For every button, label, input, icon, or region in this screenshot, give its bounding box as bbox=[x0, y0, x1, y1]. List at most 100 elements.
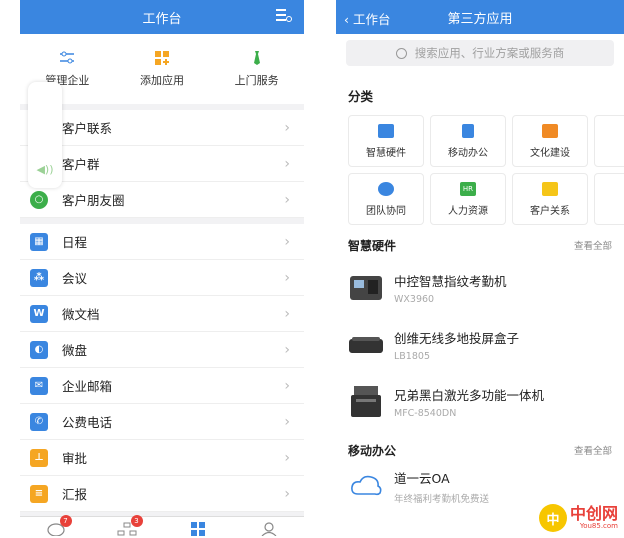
product-item[interactable]: 中控智慧指纹考勤机 WX3960 bbox=[336, 259, 624, 316]
search-placeholder: 搜索应用、行业方案或服务商 bbox=[414, 46, 565, 60]
list-item-customer-moments[interactable]: ○ 客户朋友圈 › bbox=[20, 182, 304, 218]
list-item-report[interactable]: ≡ 汇报 › bbox=[20, 476, 304, 512]
team-icon bbox=[378, 181, 394, 196]
book-icon bbox=[542, 123, 558, 138]
tab-contacts[interactable]: 3 bbox=[117, 514, 143, 535]
search-input[interactable]: 搜索应用、行业方案或服务商 bbox=[346, 40, 614, 66]
approve-icon: ⊥ bbox=[30, 448, 48, 467]
list-item-doc[interactable]: W 微文档 › bbox=[20, 296, 304, 332]
search-icon bbox=[395, 47, 407, 59]
chevron-right-icon: › bbox=[284, 155, 290, 172]
app-list: ▦ 日程 › ⁂ 会议 › W 微文档 › ◐ 微盘 › ✉ 企业邮箱 › ✆ … bbox=[20, 224, 304, 512]
view-all-link[interactable]: 查看全部 bbox=[574, 238, 612, 252]
tab-me[interactable] bbox=[259, 521, 279, 536]
app-desc: 年终福利考勤机免费送 bbox=[394, 493, 490, 505]
app-item[interactable]: 道一云OA 年终福利考勤机免费送 bbox=[336, 464, 624, 508]
chevron-right-icon: › bbox=[284, 485, 290, 502]
volume-overlay: ◀)) bbox=[28, 82, 62, 188]
list-item-label: 日程 bbox=[62, 235, 88, 250]
category-label: 团队协同 bbox=[366, 205, 406, 217]
tab-messages[interactable]: 7 bbox=[46, 514, 72, 537]
category-label: 文化建设 bbox=[530, 147, 570, 159]
category-culture[interactable]: 文化建设 bbox=[512, 115, 588, 167]
sliders-icon bbox=[59, 50, 75, 66]
list-item-label: 客户联系 bbox=[62, 121, 113, 136]
chevron-right-icon: › bbox=[284, 305, 290, 322]
cloud-oa-icon bbox=[348, 468, 384, 504]
watermark-badge: 中 bbox=[538, 504, 567, 532]
tab-workbench[interactable] bbox=[188, 521, 208, 536]
cube-icon bbox=[378, 123, 394, 138]
category-more-1[interactable]: 表 bbox=[594, 115, 624, 167]
chevron-right-icon: › bbox=[284, 191, 290, 208]
product-model: WX3960 bbox=[394, 293, 435, 305]
list-item-customer-group[interactable]: 群 客户群 › bbox=[20, 146, 304, 182]
mail-icon: ✉ bbox=[30, 376, 48, 395]
meeting-icon: ⁂ bbox=[30, 268, 48, 287]
onsite-service-button[interactable]: 上门服务 bbox=[212, 50, 302, 88]
handshake-icon bbox=[542, 181, 558, 196]
add-app-button[interactable]: 添加应用 bbox=[117, 50, 207, 88]
list-item-phone[interactable]: ✆ 公费电话 › bbox=[20, 404, 304, 440]
list-item-label: 会议 bbox=[62, 271, 88, 286]
chevron-right-icon: › bbox=[284, 119, 290, 136]
quick-label: 添加应用 bbox=[139, 74, 184, 87]
page-title: 第三方应用 bbox=[447, 11, 513, 27]
category-team-collab[interactable]: 团队协同 bbox=[348, 173, 424, 225]
back-button[interactable]: ‹ 工作台 bbox=[344, 9, 391, 28]
list-item-mail[interactable]: ✉ 企业邮箱 › bbox=[20, 368, 304, 404]
product-item[interactable]: 创维无线多地投屏盒子 LB1805 bbox=[336, 316, 624, 373]
third-party-apps-screen: ‹ 工作台 第三方应用 搜索应用、行业方案或服务商 分类 智慧硬件 移动办公 文… bbox=[336, 0, 624, 538]
list-item-label: 微文档 bbox=[62, 307, 100, 322]
watermark-text: 中创网 bbox=[569, 504, 618, 523]
category-label: 移动办公 bbox=[448, 147, 488, 159]
category-smart-hardware[interactable]: 智慧硬件 bbox=[348, 115, 424, 167]
chevron-right-icon: › bbox=[284, 449, 290, 466]
product-model: MFC-8540DN bbox=[394, 407, 457, 419]
section-header-hardware: 智慧硬件 查看全部 bbox=[336, 231, 624, 259]
back-label: 工作台 bbox=[352, 12, 391, 27]
quick-actions: 管理企业 添加应用 上门服务 bbox=[20, 34, 304, 104]
chevron-right-icon: › bbox=[284, 377, 290, 394]
product-item[interactable]: 兄弟黑白激光多功能一体机 MFC-8540DN bbox=[336, 373, 624, 430]
list-item-meeting[interactable]: ⁂ 会议 › bbox=[20, 260, 304, 296]
list-item-label: 企业邮箱 bbox=[62, 379, 113, 394]
list-item-disk[interactable]: ◐ 微盘 › bbox=[20, 332, 304, 368]
chevron-right-icon: › bbox=[284, 233, 290, 250]
watermark-url: You85.com bbox=[579, 522, 618, 530]
category-label: 智慧硬件 bbox=[366, 147, 406, 159]
list-item-label: 审批 bbox=[62, 451, 88, 466]
moments-icon: ○ bbox=[30, 190, 48, 209]
quick-label: 上门服务 bbox=[234, 74, 279, 87]
disk-icon: ◐ bbox=[30, 340, 48, 359]
product-name: 兄弟黑白激光多功能一体机 bbox=[394, 387, 545, 403]
projector-box-icon bbox=[348, 327, 384, 363]
phone-doc-icon bbox=[462, 123, 474, 138]
category-hr[interactable]: HR 人力资源 bbox=[430, 173, 506, 225]
unread-badge: 3 bbox=[130, 514, 143, 527]
unread-badge: 7 bbox=[59, 514, 72, 527]
list-item-label: 公费电话 bbox=[62, 415, 113, 430]
list-item-calendar[interactable]: ▦ 日程 › bbox=[20, 224, 304, 260]
product-name: 创维无线多地投屏盒子 bbox=[394, 330, 520, 346]
workbench-grid-icon bbox=[190, 521, 205, 536]
speaker-icon: ◀)) bbox=[36, 163, 54, 176]
calendar-icon: ▦ bbox=[30, 232, 48, 251]
category-mobile-office[interactable]: 移动办公 bbox=[430, 115, 506, 167]
view-all-link[interactable]: 查看全部 bbox=[574, 443, 612, 457]
list-item-approve[interactable]: ⊥ 审批 › bbox=[20, 440, 304, 476]
section-header-mobile: 移动办公 查看全部 bbox=[336, 436, 624, 464]
tie-icon bbox=[249, 50, 265, 66]
grid-plus-icon bbox=[154, 50, 170, 66]
printer-icon bbox=[348, 384, 384, 420]
product-model: LB1805 bbox=[394, 350, 430, 362]
category-title: 分类 bbox=[348, 89, 374, 104]
settings-menu-icon[interactable] bbox=[276, 9, 292, 23]
phone-icon: ✆ bbox=[30, 412, 48, 431]
list-item-label: 汇报 bbox=[62, 487, 88, 502]
list-item-customer-contact[interactable]: 人 客户联系 › bbox=[20, 110, 304, 146]
category-more-2[interactable]: 数 bbox=[594, 173, 624, 225]
workbench-screen: 工作台 管理企业 添加应用 上门服务 人 客户联系 › bbox=[20, 0, 304, 538]
category-crm[interactable]: 客户关系 bbox=[512, 173, 588, 225]
app-name: 道一云OA bbox=[394, 470, 450, 486]
